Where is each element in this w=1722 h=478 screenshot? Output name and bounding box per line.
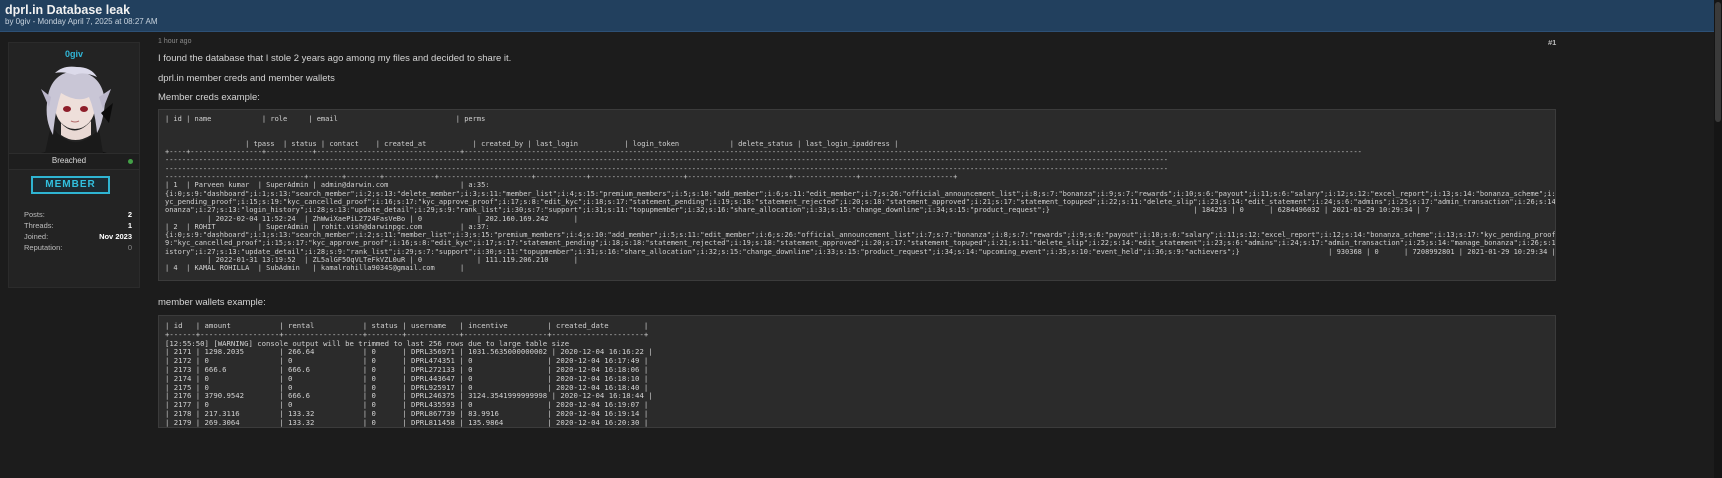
rank-badge: MEMBER [31,176,110,194]
scrollbar-thumb[interactable] [1715,2,1721,122]
online-indicator-icon [128,159,133,164]
avatar-image-icon [33,63,115,153]
avatar[interactable] [33,63,115,153]
author-username[interactable]: 0giv [9,49,139,59]
stat-value: 2 [127,210,132,219]
stat-threads: Threads: 1 [24,220,132,231]
stat-label: Reputation: [24,243,63,252]
wallets-code-block[interactable]: | id | amount | rental | status | userna… [158,315,1556,428]
creds-heading: Member creds example: [158,92,260,103]
thread-header: dprl.in Database leak by 0giv - Monday A… [0,0,1722,32]
stat-label: Joined: [24,232,49,241]
wallets-heading: member wallets example: [158,297,266,308]
stat-value[interactable]: 0 [128,242,132,253]
thread-title: dprl.in Database leak [5,3,131,17]
stat-label: Threads: [24,221,54,230]
stat-value: 1 [127,221,132,230]
status-bar: Breached [9,153,139,170]
post-intro: I found the database that I stole 2 year… [158,53,512,64]
wallets-code: | id | amount | rental | status | userna… [165,321,653,427]
post-subject: dprl.in member creds and member wallets [158,73,335,84]
stat-reputation: Reputation: 0 [24,242,132,253]
creds-code-block[interactable]: | id | name | role | email | perms | tpa… [158,109,1556,281]
stat-label: Posts: [24,210,45,219]
thread-subtitle: by 0giv - Monday April 7, 2025 at 08:27 … [5,17,158,26]
stat-value: Nov 2023 [99,232,132,241]
stat-posts: Posts: 2 [24,209,132,220]
post-number[interactable]: #1 [1548,38,1556,47]
author-card: 0giv Breached MEMBER Posts: 2 Threads: 1… [8,42,140,288]
author-stats: Posts: 2 Threads: 1 Joined: Nov 2023 Rep… [24,209,132,253]
post-timestamp[interactable]: 1 hour ago [158,38,191,45]
creds-code: | id | name | role | email | perms | tpa… [165,115,1556,273]
status-label: Breached [51,156,87,165]
page-scrollbar[interactable] [1714,0,1722,478]
stat-joined: Joined: Nov 2023 [24,231,132,242]
